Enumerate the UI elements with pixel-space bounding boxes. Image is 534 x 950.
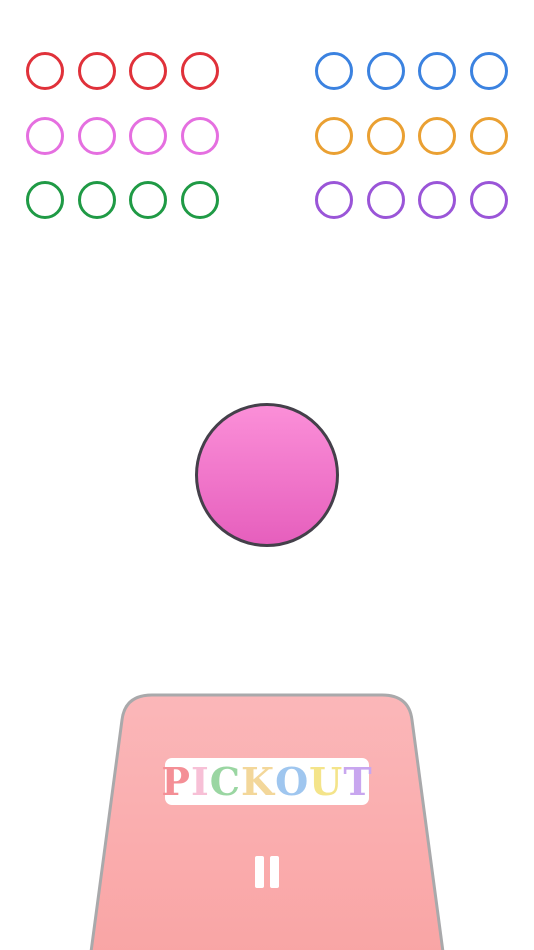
logo-letter: T — [343, 758, 373, 804]
pause-icon-bar-right — [270, 856, 279, 888]
logo-letter: P — [161, 758, 191, 804]
game-logo: PICKOUT — [161, 758, 373, 805]
logo-letter: U — [309, 758, 344, 804]
logo-letter: K — [241, 758, 276, 804]
pause-button[interactable] — [250, 855, 284, 891]
pause-icon-bar-left — [255, 856, 264, 888]
catch-tray[interactable] — [89, 693, 445, 950]
tray — [89, 693, 445, 950]
logo-letter: C — [209, 758, 242, 804]
logo-letter: I — [191, 758, 210, 804]
logo-letter: O — [275, 758, 310, 804]
